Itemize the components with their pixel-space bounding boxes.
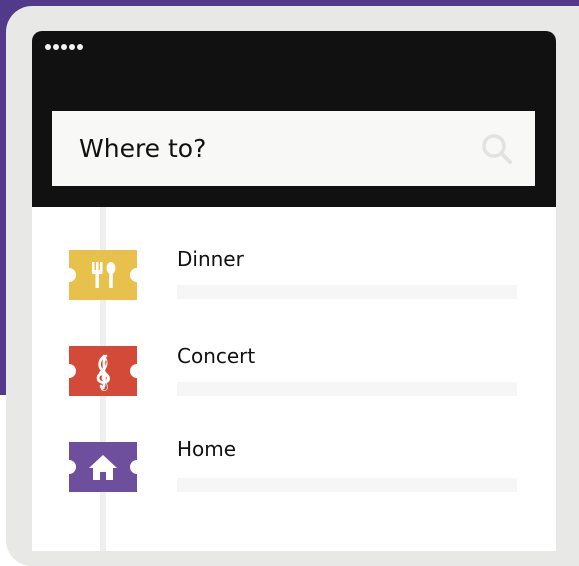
placeholder-bar — [177, 478, 517, 492]
search-icon[interactable] — [481, 133, 513, 165]
house-icon — [69, 442, 137, 492]
phone-screen: Where to? Dinner 𝄞 Concert Home — [32, 31, 556, 551]
fork-spoon-icon — [69, 250, 137, 300]
destination-label: Dinner — [177, 247, 244, 271]
header-area: Where to? — [32, 31, 556, 207]
destination-label: Home — [177, 437, 237, 461]
search-box[interactable]: Where to? — [52, 111, 535, 186]
placeholder-bar — [177, 382, 517, 396]
placeholder-bar — [177, 285, 517, 299]
destination-label: Concert — [177, 344, 256, 368]
treble-clef-icon: 𝄞 — [69, 346, 137, 396]
search-label: Where to? — [79, 134, 207, 163]
signal-dots-icon — [45, 44, 83, 50]
